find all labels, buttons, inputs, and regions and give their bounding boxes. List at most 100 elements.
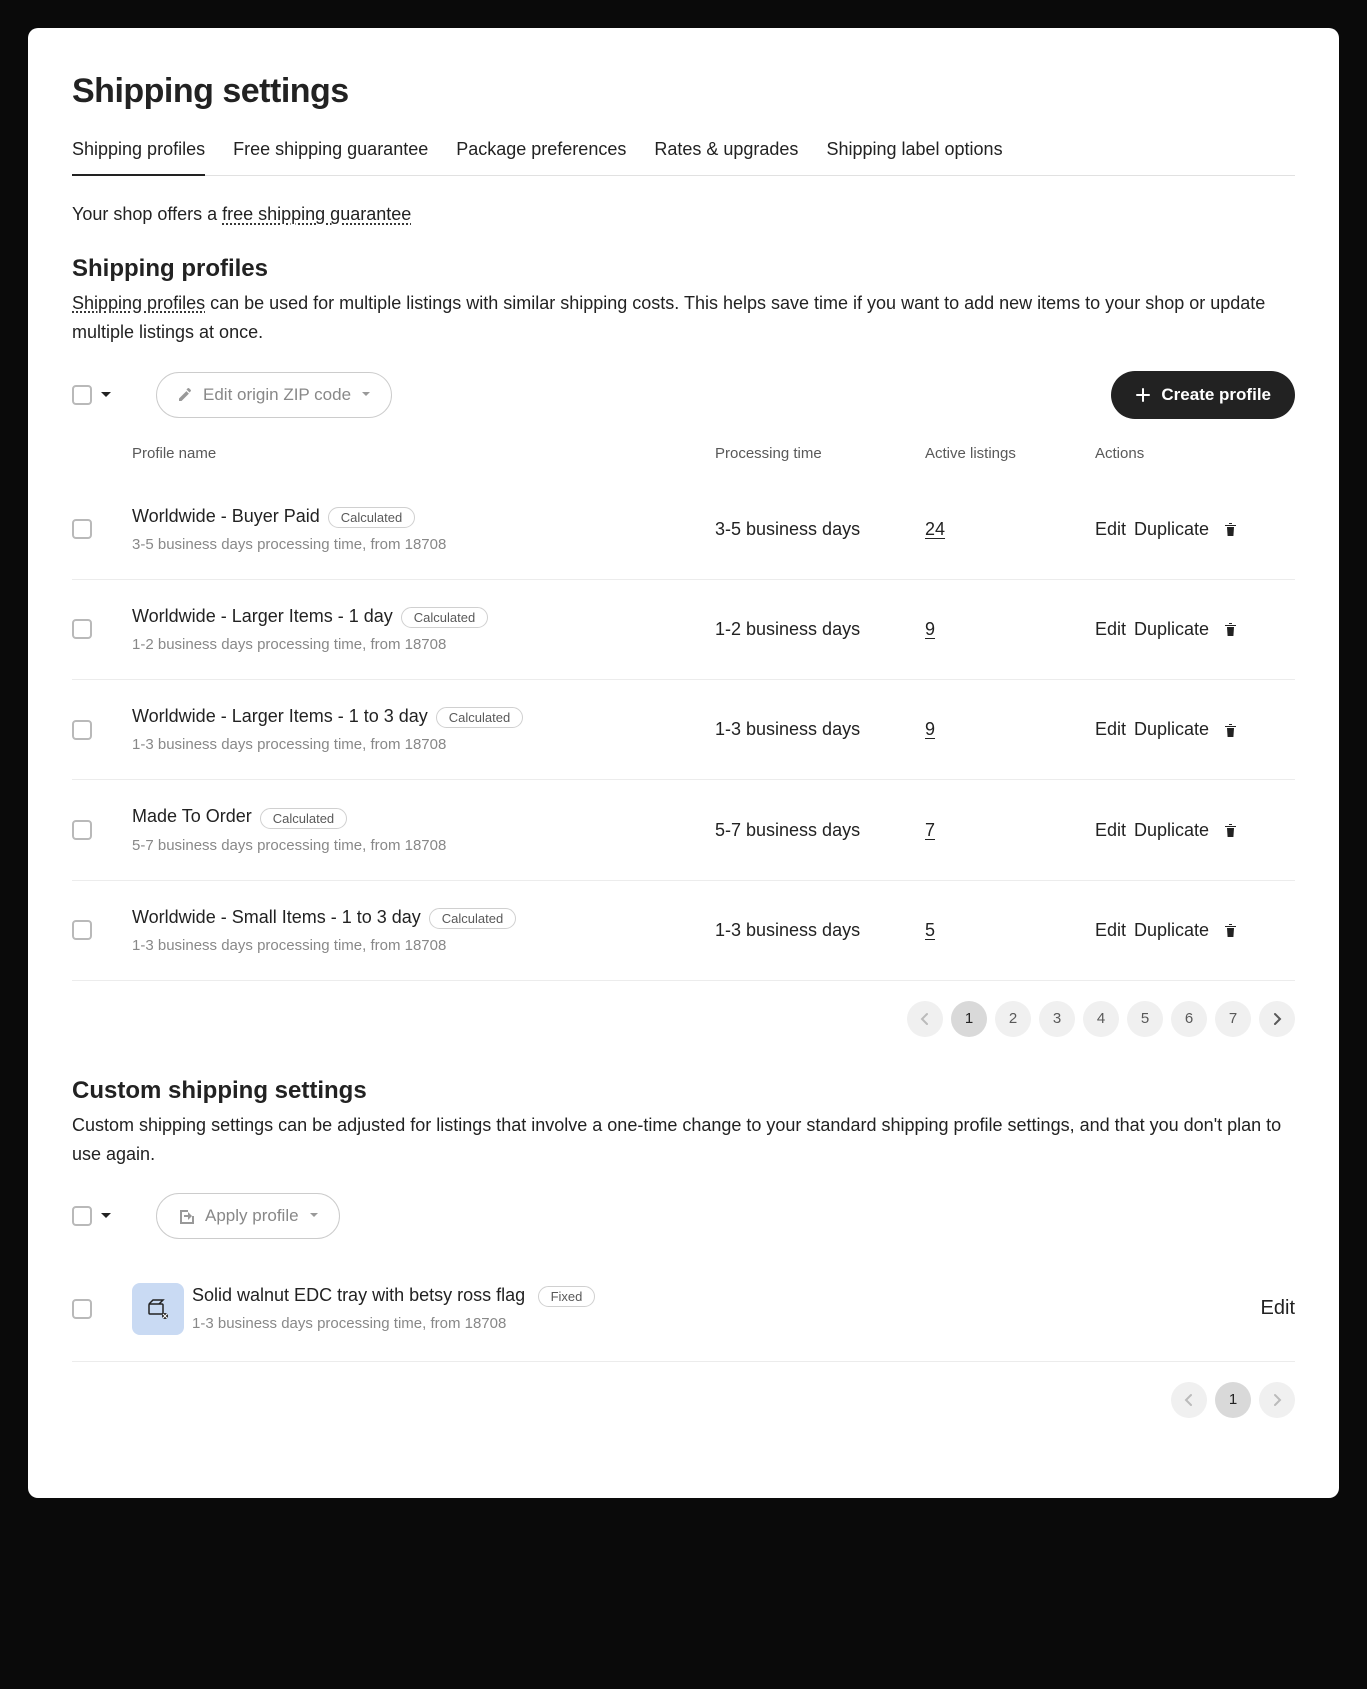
create-label: Create profile [1161, 385, 1271, 405]
duplicate-link[interactable]: Duplicate [1134, 820, 1209, 841]
table-row: Made To Order Calculated 5-7 business days… [72, 780, 1295, 880]
edit-link[interactable]: Edit [1095, 619, 1126, 640]
custom-select-all-checkbox[interactable] [72, 1206, 92, 1226]
col-listings: Active listings [925, 445, 1095, 462]
apply-profile-button[interactable]: Apply profile [156, 1193, 340, 1239]
page-button[interactable]: 1 [1215, 1382, 1251, 1418]
calculated-badge: Calculated [436, 707, 523, 728]
duplicate-link[interactable]: Duplicate [1134, 719, 1209, 740]
duplicate-link[interactable]: Duplicate [1134, 519, 1209, 540]
col-name: Profile name [132, 445, 715, 462]
select-all-checkbox[interactable] [72, 385, 92, 405]
apply-icon [177, 1207, 195, 1225]
edit-link[interactable]: Edit [1095, 719, 1126, 740]
edit-link[interactable]: Edit [1175, 1297, 1295, 1320]
page-button[interactable]: 6 [1171, 1001, 1207, 1037]
row-checkbox[interactable] [72, 820, 92, 840]
active-listings-link[interactable]: 7 [925, 820, 935, 840]
duplicate-link[interactable]: Duplicate [1134, 920, 1209, 941]
arrow-right-icon [1270, 1012, 1284, 1026]
profile-name: Worldwide - Larger Items - 1 to 3 day [132, 706, 428, 726]
table-row: Worldwide - Small Items - 1 to 3 day Calc… [72, 881, 1295, 981]
edit-link[interactable]: Edit [1095, 820, 1126, 841]
custom-section-desc: Custom shipping settings can be adjusted… [72, 1111, 1295, 1169]
page-button[interactable]: 5 [1127, 1001, 1163, 1037]
next-page-button[interactable] [1259, 1001, 1295, 1037]
select-all-dropdown[interactable] [100, 391, 112, 399]
profiles-desc-rest: can be used for multiple listings with s… [72, 293, 1265, 342]
pencil-icon [177, 387, 193, 403]
processing-time: 5-7 business days [715, 820, 925, 841]
fixed-badge: Fixed [538, 1286, 596, 1307]
arrow-right-icon [1270, 1393, 1284, 1407]
active-listings-link[interactable]: 9 [925, 719, 935, 739]
guarantee-prefix: Your shop offers a [72, 204, 222, 224]
page-button[interactable]: 3 [1039, 1001, 1075, 1037]
next-page-button [1259, 1382, 1295, 1418]
edit-zip-label: Edit origin ZIP code [203, 385, 351, 405]
active-listings-link[interactable]: 24 [925, 519, 945, 539]
row-checkbox[interactable] [72, 619, 92, 639]
calculated-badge: Calculated [328, 507, 415, 528]
col-processing: Processing time [715, 445, 925, 462]
page-button[interactable]: 4 [1083, 1001, 1119, 1037]
page-title: Shipping settings [72, 72, 1295, 111]
tab-shipping-profiles[interactable]: Shipping profiles [72, 139, 205, 176]
guarantee-link[interactable]: free shipping guarantee [222, 204, 411, 224]
table-row: Worldwide - Larger Items - 1 to 3 day Cal… [72, 680, 1295, 780]
trash-icon[interactable] [1223, 621, 1238, 637]
processing-time: 3-5 business days [715, 519, 925, 540]
tab-package-preferences[interactable]: Package preferences [456, 139, 626, 175]
trash-icon[interactable] [1223, 822, 1238, 838]
custom-toolbar: Apply profile [72, 1193, 1295, 1239]
calculated-badge: Calculated [429, 908, 516, 929]
trash-icon[interactable] [1223, 722, 1238, 738]
arrow-left-icon [1182, 1393, 1196, 1407]
profile-subtext: 5-7 business days processing time, from … [132, 837, 715, 854]
profiles-desc-link[interactable]: Shipping profiles [72, 293, 205, 313]
calculated-badge: Calculated [260, 808, 347, 829]
apply-label: Apply profile [205, 1206, 299, 1226]
duplicate-link[interactable]: Duplicate [1134, 619, 1209, 640]
profile-name: Worldwide - Larger Items - 1 day [132, 606, 393, 626]
col-actions: Actions [1095, 445, 1295, 462]
table-row: Worldwide - Buyer PaidCalculated3-5 busi… [72, 480, 1295, 580]
profile-subtext: 1-2 business days processing time, from … [132, 636, 715, 653]
prev-page-button [907, 1001, 943, 1037]
page-button[interactable]: 1 [951, 1001, 987, 1037]
profile-subtext: 1-3 business days processing time, from … [132, 736, 715, 753]
row-checkbox[interactable] [72, 920, 92, 940]
profiles-section-title: Shipping profiles [72, 255, 1295, 283]
profile-name: Made To Order [132, 806, 252, 826]
profiles-toolbar: Edit origin ZIP code Create profile [72, 371, 1295, 419]
edit-link[interactable]: Edit [1095, 519, 1126, 540]
page-button[interactable]: 2 [995, 1001, 1031, 1037]
row-checkbox[interactable] [72, 519, 92, 539]
edit-zip-button[interactable]: Edit origin ZIP code [156, 372, 392, 418]
custom-select-all-dropdown[interactable] [100, 1212, 112, 1220]
row-checkbox[interactable] [72, 720, 92, 740]
arrow-left-icon [918, 1012, 932, 1026]
chevron-down-icon [361, 391, 371, 398]
profile-subtext: 1-3 business days processing time, from … [132, 937, 715, 954]
tab-free-shipping-guarantee[interactable]: Free shipping guarantee [233, 139, 428, 175]
trash-icon[interactable] [1223, 521, 1238, 537]
tabs: Shipping profiles Free shipping guarantee… [72, 139, 1295, 176]
listing-thumbnail [132, 1283, 184, 1335]
chevron-down-icon [309, 1212, 319, 1219]
edit-link[interactable]: Edit [1095, 920, 1126, 941]
custom-section-title: Custom shipping settings [72, 1077, 1295, 1105]
page-button[interactable]: 7 [1215, 1001, 1251, 1037]
create-profile-button[interactable]: Create profile [1111, 371, 1295, 419]
active-listings-link[interactable]: 9 [925, 619, 935, 639]
processing-time: 1-3 business days [715, 920, 925, 941]
row-checkbox[interactable] [72, 1299, 92, 1319]
tab-shipping-label-options[interactable]: Shipping label options [826, 139, 1002, 175]
trash-icon[interactable] [1223, 922, 1238, 938]
profiles-table-header: Profile name Processing time Active list… [72, 437, 1295, 480]
tab-rates-upgrades[interactable]: Rates & upgrades [654, 139, 798, 175]
table-row: Solid walnut EDC tray with betsy ross fl… [72, 1257, 1295, 1362]
active-listings-link[interactable]: 5 [925, 920, 935, 940]
table-row: Worldwide - Larger Items - 1 dayCalculat… [72, 580, 1295, 680]
profile-name: Worldwide - Small Items - 1 to 3 day [132, 907, 421, 927]
